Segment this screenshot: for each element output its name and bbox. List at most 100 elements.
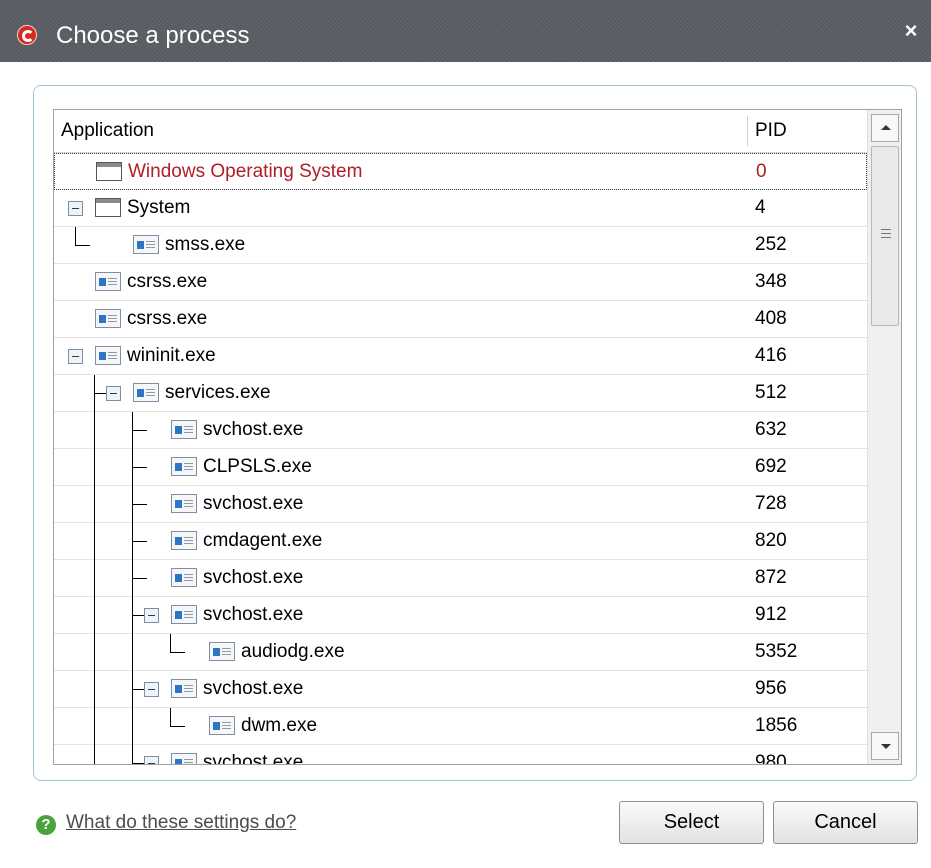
process-pid: 408 (755, 308, 787, 329)
scroll-thumb[interactable] (871, 146, 899, 326)
collapse-toggle-icon[interactable] (68, 201, 83, 216)
column-header-pid[interactable]: PID (755, 110, 787, 152)
process-icon (95, 346, 121, 365)
process-icon (209, 716, 235, 735)
column-header-application[interactable]: Application (61, 110, 154, 152)
collapse-toggle-icon[interactable] (144, 608, 159, 623)
tree-connector (132, 745, 133, 764)
process-pid: 692 (755, 456, 787, 477)
process-name: smss.exe (165, 234, 246, 255)
table-row[interactable]: Windows Operating System 0 (54, 153, 867, 190)
vertical-scrollbar[interactable] (867, 110, 901, 764)
process-icon (171, 494, 197, 513)
table-row[interactable]: csrss.exe 348 (54, 264, 867, 301)
cancel-button[interactable]: Cancel (773, 801, 918, 844)
collapse-toggle-icon[interactable] (144, 756, 159, 764)
table-row[interactable]: smss.exe 252 (54, 227, 867, 264)
table-row[interactable]: CLPSLS.exe 692 (54, 449, 867, 486)
collapse-toggle-icon[interactable] (106, 386, 121, 401)
title-bar: Choose a process × (0, 0, 931, 62)
process-icon (171, 457, 197, 476)
process-name: audiodg.exe (241, 641, 345, 662)
process-icon (95, 309, 121, 328)
help-icon[interactable]: ? (36, 815, 56, 835)
process-pid: 5352 (755, 641, 798, 662)
tree-connector (132, 578, 147, 579)
process-name: wininit.exe (127, 345, 216, 366)
window-icon (95, 198, 121, 217)
process-pid: 632 (755, 419, 787, 440)
window-icon (96, 162, 122, 181)
process-icon (171, 568, 197, 587)
process-pid: 0 (756, 161, 767, 182)
process-pid: 820 (755, 530, 787, 551)
table-row[interactable]: dwm.exe 1856 (54, 708, 867, 745)
process-pid: 912 (755, 604, 787, 625)
process-name: services.exe (165, 382, 271, 403)
process-name: CLPSLS.exe (203, 456, 312, 477)
process-icon (171, 420, 197, 439)
table-row[interactable]: cmdagent.exe 820 (54, 523, 867, 560)
tree-connector (94, 523, 95, 560)
table-row[interactable]: svchost.exe 912 (54, 597, 867, 634)
process-icon (171, 531, 197, 550)
process-name: svchost.exe (203, 752, 304, 765)
tree-connector (170, 652, 185, 653)
table-row[interactable]: audiodg.exe 5352 (54, 634, 867, 671)
process-name: dwm.exe (241, 715, 318, 736)
table-row[interactable]: csrss.exe 408 (54, 301, 867, 338)
list-header: Application PID (54, 110, 867, 153)
column-separator[interactable] (747, 116, 748, 146)
process-name: Windows Operating System (128, 161, 363, 182)
process-name: svchost.exe (203, 419, 304, 440)
tree-connector (132, 689, 144, 690)
comodo-logo-icon (17, 25, 37, 45)
tree-connector (75, 245, 90, 246)
tree-connector (94, 708, 95, 745)
table-row[interactable]: svchost.exe 872 (54, 560, 867, 597)
table-row[interactable]: services.exe 512 (54, 375, 867, 412)
process-list[interactable]: Application PID Windows Operating System… (53, 109, 902, 765)
table-row[interactable]: svchost.exe 728 (54, 486, 867, 523)
process-icon (95, 272, 121, 291)
table-row[interactable]: svchost.exe 956 (54, 671, 867, 708)
process-pid: 252 (755, 234, 787, 255)
process-name: svchost.exe (203, 567, 304, 588)
tree-connector (94, 560, 95, 597)
tree-connector (132, 541, 147, 542)
tree-connector (94, 671, 95, 708)
collapse-toggle-icon[interactable] (68, 349, 83, 364)
tree-connector (94, 634, 95, 671)
process-name: svchost.exe (203, 493, 304, 514)
table-row[interactable]: wininit.exe 416 (54, 338, 867, 375)
scroll-down-arrow-icon[interactable] (871, 732, 899, 760)
tree-connector (94, 393, 106, 394)
process-pid: 512 (755, 382, 787, 403)
tree-connector (94, 597, 95, 634)
tree-connector (170, 726, 185, 727)
collapse-toggle-icon[interactable] (144, 682, 159, 697)
help-link[interactable]: What do these settings do? (66, 810, 296, 836)
process-name: csrss.exe (127, 308, 208, 329)
process-name: svchost.exe (203, 604, 304, 625)
scroll-up-arrow-icon[interactable] (871, 114, 899, 142)
process-icon (209, 642, 235, 661)
process-icon (171, 679, 197, 698)
process-name: csrss.exe (127, 271, 208, 292)
table-row[interactable]: svchost.exe 632 (54, 412, 867, 449)
table-row[interactable]: System 4 (54, 190, 867, 227)
process-pid: 872 (755, 567, 787, 588)
process-pid: 348 (755, 271, 787, 292)
table-row[interactable]: svchost.exe 980 (54, 745, 867, 765)
select-button[interactable]: Select (619, 801, 764, 844)
tree-connector (170, 634, 171, 653)
tree-connector (132, 763, 144, 764)
window-title: Choose a process (56, 22, 250, 49)
process-pid: 4 (755, 197, 766, 218)
process-icon (133, 383, 159, 402)
process-pid: 956 (755, 678, 787, 699)
tree-connector (94, 745, 95, 764)
close-button[interactable]: × (898, 18, 924, 44)
process-icon (133, 235, 159, 254)
process-pid: 416 (755, 345, 787, 366)
